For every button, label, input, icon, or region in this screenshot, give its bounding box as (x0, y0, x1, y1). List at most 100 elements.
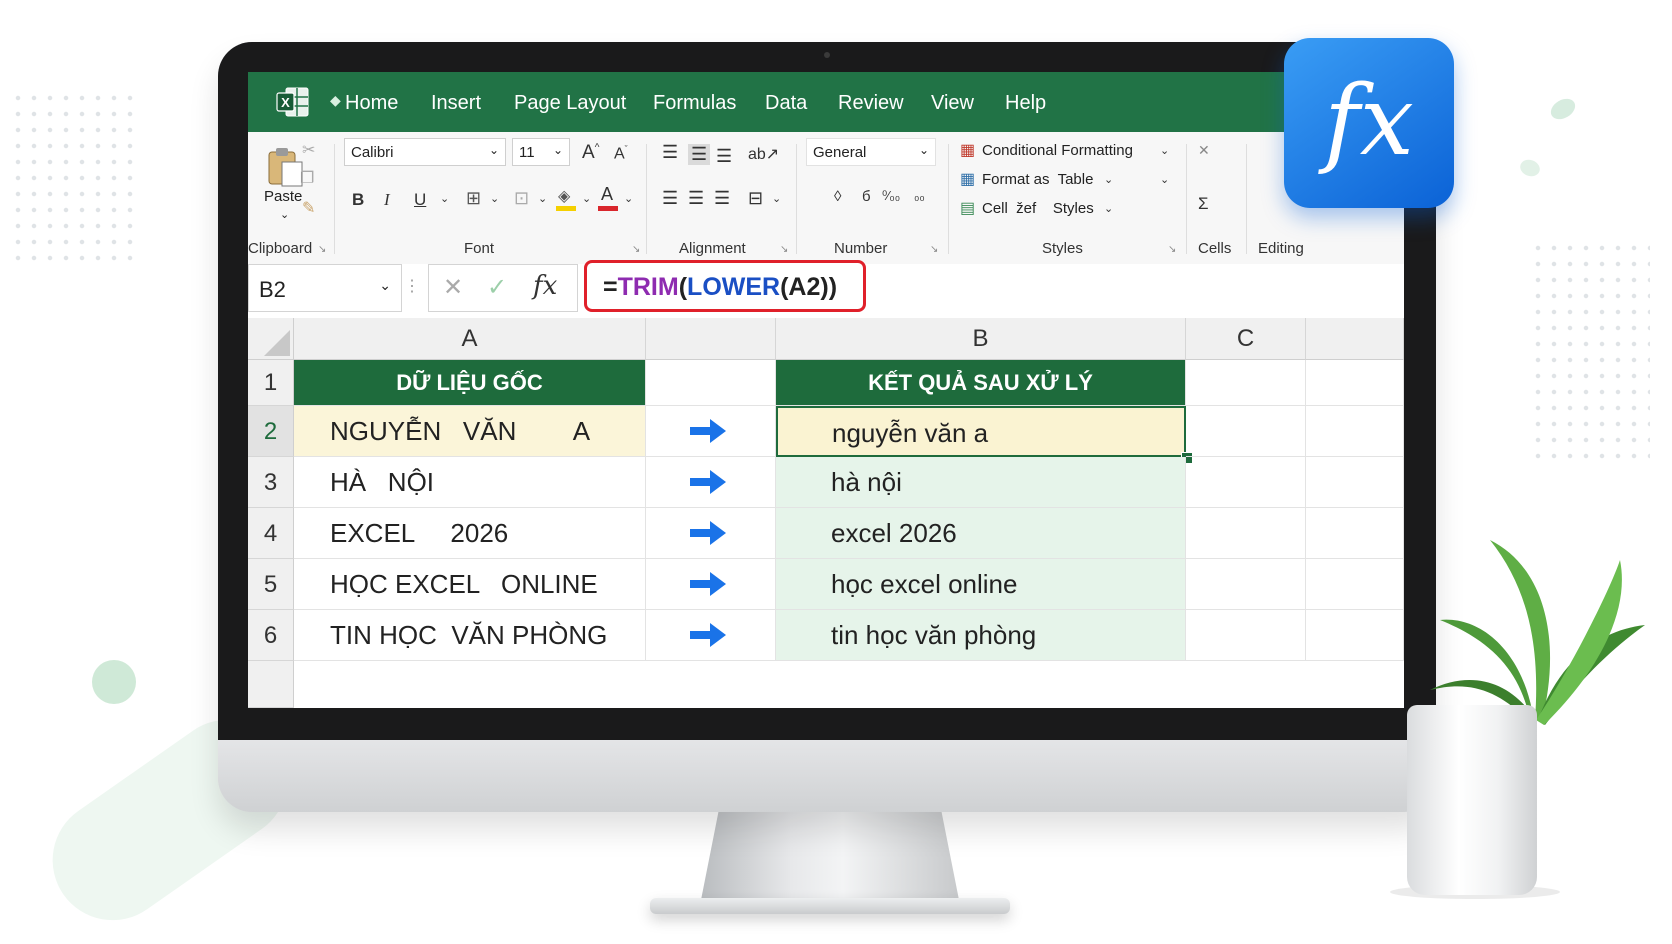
font-color-dropdown-icon[interactable]: ⌄ (624, 192, 633, 205)
row-header[interactable]: 3 (248, 457, 294, 508)
format-as-table-dropdown-icon-2[interactable]: ⌄ (1160, 173, 1169, 186)
cell[interactable] (1186, 559, 1306, 610)
cell[interactable] (1186, 360, 1306, 406)
bold-button[interactable]: B (352, 190, 364, 210)
tab-review[interactable]: Review (838, 92, 904, 115)
column-header-a[interactable]: A (294, 318, 646, 360)
autosum-icon[interactable]: Σ (1198, 194, 1209, 214)
source-cell[interactable]: NGUYỄN VĂN A (294, 406, 646, 457)
tab-help[interactable]: Help (1005, 92, 1046, 115)
column-header-spacer[interactable] (646, 318, 776, 360)
italic-button[interactable]: I (384, 190, 390, 210)
orientation-icon[interactable]: ab↗ (748, 144, 779, 164)
row-header[interactable]: 4 (248, 508, 294, 559)
font-color-button[interactable]: A (598, 184, 620, 212)
source-cell[interactable]: TIN HỌC VĂN PHÒNG (294, 610, 646, 661)
format-as-table-button[interactable]: Format as Table (982, 171, 1093, 188)
row-header[interactable] (248, 661, 294, 708)
cell-styles-icon[interactable]: ▤ (960, 198, 975, 218)
merge-dropdown-icon[interactable]: ⌄ (538, 192, 547, 205)
wrap-dropdown-icon[interactable]: ⌄ (772, 192, 781, 205)
row-header[interactable]: 5 (248, 559, 294, 610)
cell-styles-button[interactable]: Cell žef Styles (982, 200, 1094, 217)
wrap-text-icon[interactable]: ⊟ (748, 188, 763, 209)
row-header[interactable]: 6 (248, 610, 294, 661)
cell[interactable] (1186, 406, 1306, 457)
header-cell-original-data[interactable]: DỮ LIỆU GỐC (294, 360, 646, 406)
quick-access-icon[interactable]: ◆ (330, 92, 341, 109)
clipboard-launcher-icon[interactable]: ↘ (318, 244, 326, 255)
row-header[interactable]: 1 (248, 360, 294, 406)
cancel-icon[interactable]: ✕ (443, 273, 463, 302)
align-middle-icon[interactable]: ☰ (688, 144, 711, 165)
paste-dropdown-icon[interactable]: ⌄ (280, 208, 289, 221)
column-header-b[interactable]: B (776, 318, 1186, 360)
cell[interactable] (1306, 610, 1404, 661)
fill-color-button[interactable]: ◈ (556, 186, 578, 212)
align-top-icon[interactable]: ☰ (662, 142, 678, 163)
accounting-format-icon[interactable]: ◊ (834, 188, 841, 205)
select-all-corner[interactable] (248, 318, 294, 360)
fill-color-dropdown-icon[interactable]: ⌄ (582, 192, 591, 205)
result-cell[interactable]: excel 2026 (776, 508, 1186, 559)
tab-page-layout[interactable]: Page Layout (514, 92, 626, 115)
enter-icon[interactable]: ✓ (487, 273, 507, 302)
more-options-icon[interactable]: ⋮ (404, 276, 420, 296)
tab-home[interactable]: Home (345, 92, 398, 115)
tab-insert[interactable]: Insert (431, 92, 481, 115)
conditional-formatting-icon[interactable]: ▦ (960, 140, 975, 160)
increase-decimal-icon[interactable]: ⁰⁄₀₀ (882, 188, 900, 204)
align-right-icon[interactable]: ☰ (714, 188, 730, 209)
source-cell[interactable]: HỌC EXCEL ONLINE (294, 559, 646, 610)
source-cell[interactable]: HÀ NỘI (294, 457, 646, 508)
tab-formulas[interactable]: Formulas (653, 92, 736, 115)
column-header-next[interactable] (1306, 318, 1404, 360)
name-box[interactable]: B2 ⌄ (248, 264, 402, 312)
increase-font-icon[interactable]: A^ (582, 142, 599, 164)
format-as-table-dropdown-icon[interactable]: ⌄ (1104, 173, 1113, 186)
formula-input[interactable]: =TRIM(LOWER(A2)) (584, 260, 866, 312)
cell[interactable] (1306, 559, 1404, 610)
copy-icon[interactable]: ❐ (300, 168, 314, 188)
tab-view[interactable]: View (931, 92, 974, 115)
source-cell[interactable]: EXCEL 2026 (294, 508, 646, 559)
font-name-select[interactable]: Calibri ⌄ (344, 138, 506, 166)
decrease-decimal-icon[interactable]: ₀₀ (914, 188, 925, 203)
cut-icon[interactable]: ✂ (302, 140, 315, 160)
result-cell[interactable]: học excel online (776, 559, 1186, 610)
alignment-launcher-icon[interactable]: ↘ (780, 244, 788, 255)
cell-styles-dropdown-icon[interactable]: ⌄ (1104, 202, 1113, 215)
column-header-c[interactable]: C (1186, 318, 1306, 360)
cell[interactable] (1186, 457, 1306, 508)
selected-result-cell[interactable]: nguyễn văn a (776, 406, 1186, 457)
format-painter-icon[interactable]: ✎ (302, 198, 315, 218)
styles-launcher-icon[interactable]: ↘ (1168, 244, 1176, 255)
align-bottom-icon[interactable]: ☰ (716, 146, 732, 167)
tab-data[interactable]: Data (765, 92, 807, 115)
insert-function-icon[interactable]: fx (533, 271, 557, 301)
percent-icon[interactable]: б (862, 188, 871, 205)
cell[interactable] (1306, 360, 1404, 406)
borders-icon[interactable]: ⊞ (466, 188, 481, 209)
font-size-select[interactable]: 11 ⌄ (512, 138, 570, 166)
header-cell-result[interactable]: KẾT QUẢ SAU XỬ LÝ (776, 360, 1186, 406)
format-as-table-icon[interactable]: ▦ (960, 169, 975, 189)
row-header-selected[interactable]: 2 (248, 406, 294, 457)
conditional-formatting-dropdown-icon[interactable]: ⌄ (1160, 144, 1169, 157)
cell[interactable] (1186, 610, 1306, 661)
font-launcher-icon[interactable]: ↘ (632, 244, 640, 255)
underline-button[interactable]: U (414, 190, 426, 210)
underline-dropdown-icon[interactable]: ⌄ (440, 192, 449, 205)
cell[interactable] (1306, 508, 1404, 559)
conditional-formatting-button[interactable]: Conditional Formatting (982, 142, 1133, 159)
decrease-font-icon[interactable]: Aˇ (614, 144, 628, 163)
number-launcher-icon[interactable]: ↘ (930, 244, 938, 255)
cell[interactable] (1186, 508, 1306, 559)
result-cell[interactable]: hà nội (776, 457, 1186, 508)
align-center-icon[interactable]: ☰ (688, 188, 704, 209)
merge-icon[interactable]: ⊡ (514, 188, 529, 209)
borders-dropdown-icon[interactable]: ⌄ (490, 192, 499, 205)
number-format-select[interactable]: General ⌄ (806, 138, 936, 166)
result-cell[interactable]: tin học văn phòng (776, 610, 1186, 661)
cell[interactable] (1306, 406, 1404, 457)
